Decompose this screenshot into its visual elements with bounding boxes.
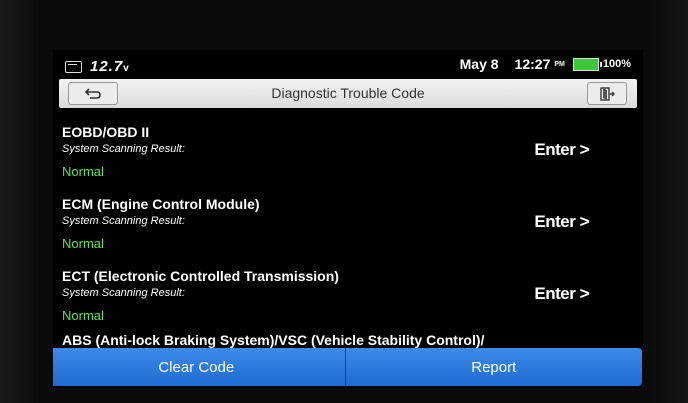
enter-button[interactable]: Enter >	[534, 140, 589, 160]
title-bar: Diagnostic Trouble Code	[59, 79, 637, 108]
battery-percent: 100%	[602, 58, 631, 70]
report-button[interactable]: Report	[346, 348, 643, 386]
action-bar: Clear Code Report	[53, 348, 642, 386]
status-date: May 8	[459, 56, 499, 72]
clear-code-button[interactable]: Clear Code	[53, 348, 345, 386]
scan-result-label: System Scanning Result:	[62, 143, 185, 155]
exit-button[interactable]	[587, 82, 627, 105]
scan-result-label: System Scanning Result:	[62, 215, 185, 227]
list-item[interactable]: ECT (Electronic Controlled Transmission)…	[62, 268, 637, 338]
vehicle-battery-icon	[65, 60, 82, 73]
list-item[interactable]: EOBD/OBD II System Scanning Result: Norm…	[62, 124, 637, 194]
scan-status: Normal	[62, 164, 104, 179]
status-time: 12:27	[514, 56, 551, 72]
exit-icon	[600, 86, 615, 101]
page-title: Diagnostic Trouble Code	[271, 85, 425, 101]
scanner-screen: 12.7v May 8 12:27 PM 100% Diagnostic Tro…	[53, 50, 643, 388]
battery-icon	[572, 57, 602, 71]
enter-button[interactable]: Enter >	[534, 284, 589, 304]
system-name: EOBD/OBD II	[62, 124, 150, 140]
status-bar: 12.7v May 8 12:27 PM 100%	[53, 50, 643, 80]
scan-status: Normal	[62, 308, 104, 323]
voltage-readout: 12.7v	[90, 58, 130, 75]
scan-status: Normal	[62, 236, 104, 251]
scan-result-label: System Scanning Result:	[62, 287, 185, 299]
system-name: ECM (Engine Control Module)	[62, 196, 260, 212]
status-ampm: PM	[554, 60, 565, 68]
enter-button[interactable]: Enter >	[534, 212, 589, 232]
system-name: ECT (Electronic Controlled Transmission)	[62, 268, 339, 284]
system-name-partial[interactable]: ABS (Anti-lock Braking System)/VSC (Vehi…	[62, 332, 484, 348]
list-item[interactable]: ECM (Engine Control Module) System Scann…	[62, 196, 637, 266]
